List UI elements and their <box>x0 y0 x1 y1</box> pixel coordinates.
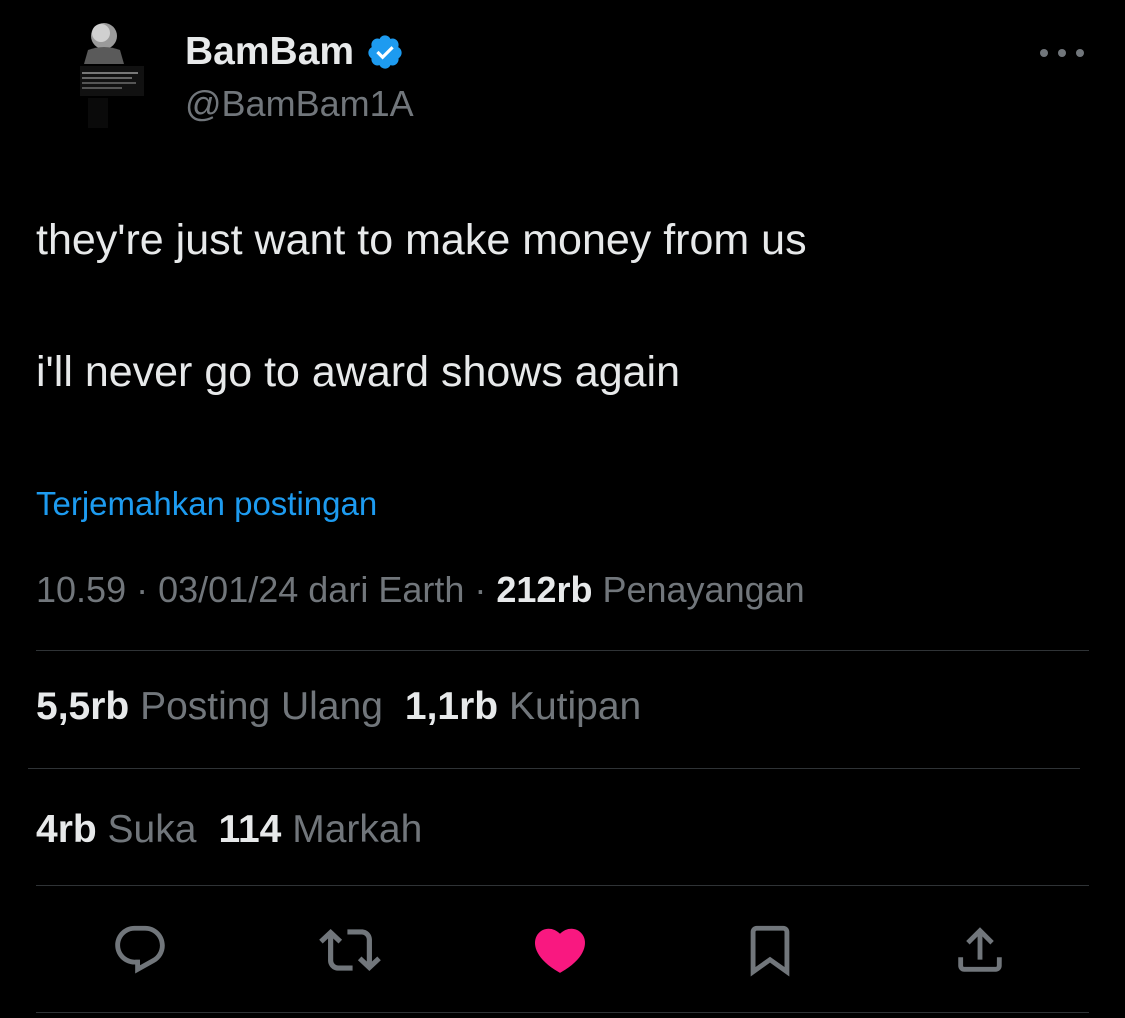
quotes-stat[interactable]: 1,1rb Kutipan <box>405 685 641 728</box>
post-source: dari Earth <box>308 569 465 610</box>
share-icon <box>958 927 1002 972</box>
views-count: 212rb <box>496 569 593 610</box>
stats-row-reposts: 5,5rb Posting Ulang 1,1rb Kutipan <box>36 683 641 731</box>
reposts-count: 5,5rb <box>36 685 130 728</box>
bookmarks-label: Markah <box>292 808 423 851</box>
views-label: Penayangan <box>602 569 805 610</box>
likes-label: Suka <box>107 808 197 851</box>
author-display-name[interactable]: BamBam <box>185 30 404 74</box>
bookmark-icon <box>750 925 790 977</box>
likes-count: 4rb <box>36 808 97 851</box>
avatar[interactable] <box>74 14 154 134</box>
divider <box>36 1012 1089 1013</box>
post-meta: 10.59 · 03/01/24 dari Earth · 212rb Pena… <box>36 569 805 610</box>
like-button[interactable] <box>528 918 592 982</box>
repost-icon <box>319 929 381 971</box>
verified-badge-icon[interactable] <box>366 33 404 71</box>
stats-row-likes: 4rb Suka 114 Markah <box>36 806 422 854</box>
reply-icon <box>115 925 165 974</box>
bookmarks-count: 114 <box>218 808 282 851</box>
more-icon[interactable] <box>1040 40 1084 66</box>
divider <box>36 650 1089 651</box>
quotes-label: Kutipan <box>508 685 642 728</box>
repost-button[interactable] <box>318 918 382 982</box>
post-date[interactable]: 03/01/24 <box>158 569 298 610</box>
reposts-stat[interactable]: 5,5rb Posting Ulang <box>36 685 383 728</box>
divider <box>28 768 1080 769</box>
post-time[interactable]: 10.59 <box>36 569 126 610</box>
quotes-count: 1,1rb <box>404 685 499 728</box>
translate-post-link[interactable]: Terjemahkan postingan <box>36 483 377 525</box>
share-button[interactable] <box>948 918 1012 982</box>
reply-button[interactable] <box>108 918 172 982</box>
divider <box>36 885 1089 886</box>
author-handle[interactable]: @BamBam1A <box>185 82 414 126</box>
bookmarks-stat: 114 Markah <box>218 808 422 851</box>
author-name[interactable]: BamBam <box>185 30 354 74</box>
post-text-line-1: they're just want to make money from us <box>36 216 807 264</box>
bookmark-button[interactable] <box>738 918 802 982</box>
heart-icon <box>534 928 586 973</box>
likes-stat[interactable]: 4rb Suka <box>36 808 196 851</box>
post-text-line-2: i'll never go to award shows again <box>36 348 681 396</box>
reposts-label: Posting Ulang <box>140 685 383 728</box>
